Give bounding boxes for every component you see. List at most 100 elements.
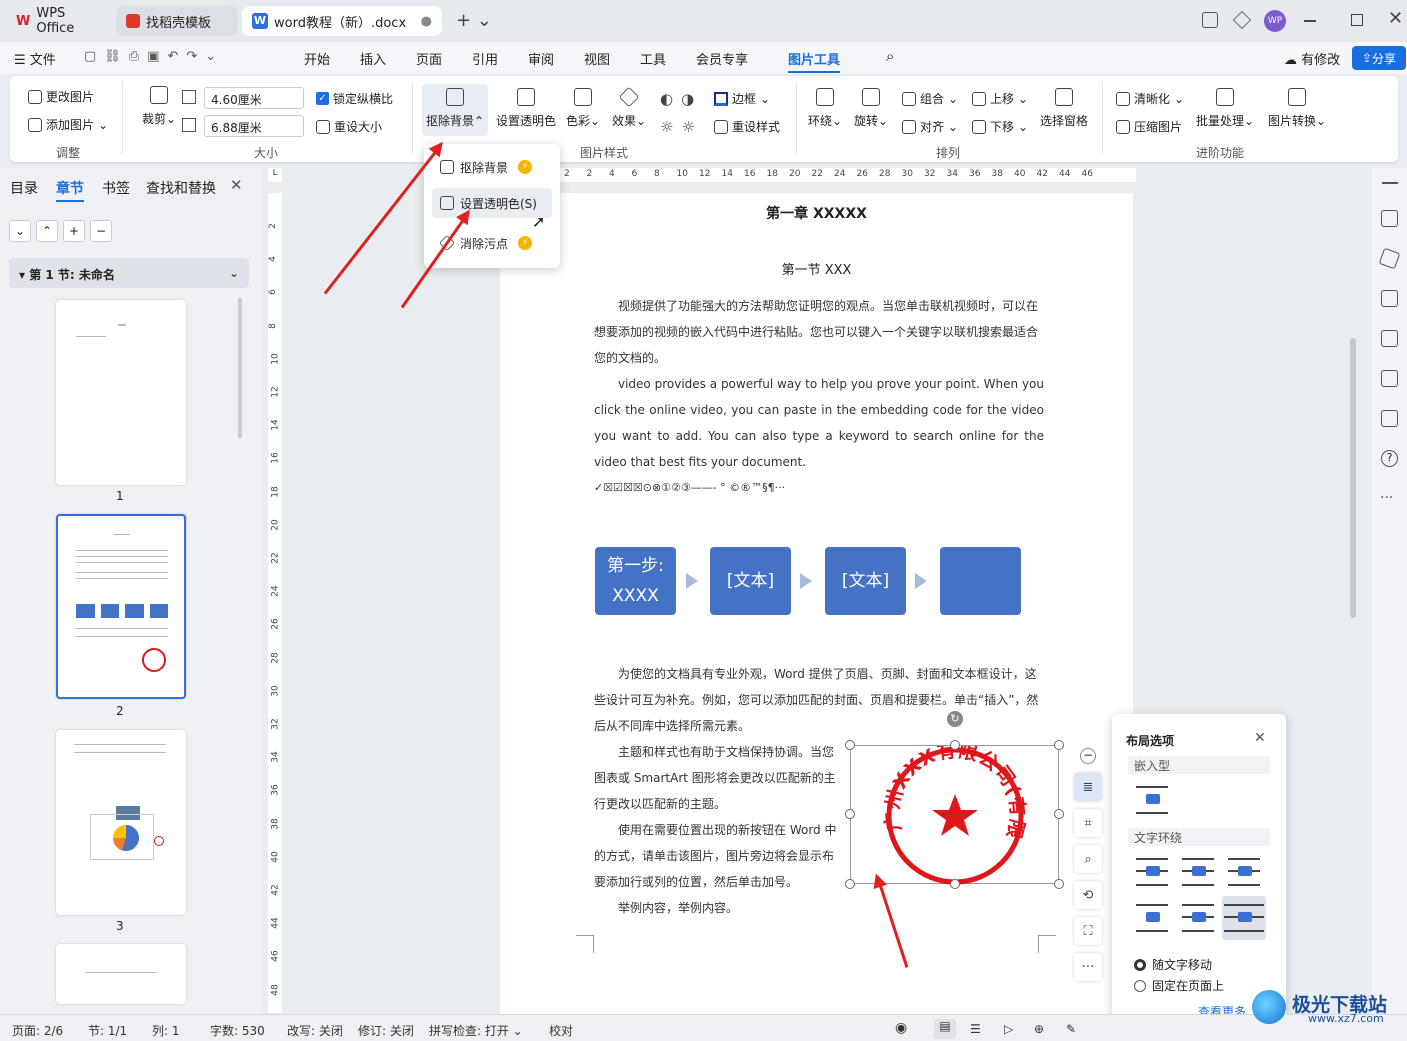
wrap-inline-icon[interactable]: [1134, 782, 1170, 818]
page-thumbnail-2[interactable]: [56, 514, 186, 699]
flow-step-1[interactable]: 第一步: XXXX: [595, 547, 676, 615]
fix-on-page-radio[interactable]: 固定在页面上: [1134, 977, 1224, 994]
tab-sections[interactable]: 章节: [56, 178, 84, 202]
tab-toc[interactable]: 目录: [10, 178, 38, 198]
page-thumbnail-4[interactable]: [56, 944, 186, 1004]
close-icon[interactable]: ✕: [1254, 730, 1266, 746]
quick-access-toolbar[interactable]: ▢⛓⎙▣↶↷⌄: [84, 49, 224, 64]
symbols-line[interactable]: ✓☒☑☒☒⊙⊗①②③——- ° ©®™§¶···: [594, 475, 1044, 501]
lock-ratio-checkbox[interactable]: ✓ 锁定纵横比: [316, 90, 393, 107]
wrap-through-icon[interactable]: [1226, 854, 1262, 890]
convert-button[interactable]: 图片转换⌄: [1268, 88, 1326, 129]
status-track-changes[interactable]: 修订: 关闭: [358, 1022, 414, 1039]
flow-step-2[interactable]: [文本]: [710, 547, 791, 615]
resize-handle[interactable]: [950, 740, 960, 750]
section-header[interactable]: ▾ 第 1 节: 未命名 ⌄: [9, 258, 249, 288]
status-section[interactable]: 节: 1/1: [88, 1022, 127, 1039]
rotate-handle-icon[interactable]: ↻: [947, 711, 963, 727]
web-view-icon[interactable]: ⊕: [1034, 1022, 1044, 1036]
menu-reference[interactable]: 引用: [472, 49, 498, 68]
panel-scrollbar[interactable]: [238, 298, 242, 438]
height-input[interactable]: 4.60厘米: [204, 87, 304, 109]
unsaved-dot-icon[interactable]: ●: [421, 14, 432, 29]
move-with-text-radio[interactable]: 随文字移动: [1134, 956, 1212, 973]
ruler-corner[interactable]: L: [268, 168, 282, 182]
section-heading[interactable]: 第一节 XXX: [500, 259, 1133, 278]
close-icon[interactable]: ✕: [1388, 8, 1403, 29]
resize-handle[interactable]: [1054, 809, 1064, 819]
width-input[interactable]: 6.88厘米: [204, 115, 304, 137]
wrap-in-front-icon[interactable]: [1222, 896, 1266, 940]
chevron-down-icon[interactable]: ⌄: [229, 266, 239, 280]
batch-button[interactable]: 批量处理⌄: [1196, 88, 1254, 129]
file-menu[interactable]: ☰ 文件: [14, 49, 56, 68]
page-thumbnail-1[interactable]: [56, 300, 186, 485]
status-page[interactable]: 页面: 2/6: [12, 1022, 63, 1039]
sidebar-toggle-icon[interactable]: [1202, 12, 1218, 28]
menu-insert[interactable]: 插入: [360, 49, 386, 68]
move-up-button[interactable]: 上移 ⌄: [972, 90, 1028, 107]
page-view-icon[interactable]: ▤: [934, 1019, 956, 1039]
chapter-heading[interactable]: 第一章 XXXXX: [500, 203, 1133, 223]
document-page[interactable]: 第一章 XXXXX 第一节 XXX 视频提供了功能强大的方法帮助您证明您的观点。…: [500, 193, 1133, 1015]
expand-icon[interactable]: ⌃: [36, 220, 58, 242]
wrap-behind-text-icon[interactable]: [1180, 900, 1216, 936]
avatar[interactable]: WP: [1264, 10, 1286, 32]
collapse-sidebar-icon[interactable]: [1382, 182, 1398, 184]
change-picture-button[interactable]: 更改图片: [28, 88, 94, 105]
crop-button[interactable]: 裁剪⌄: [142, 86, 176, 127]
ai-image-icon[interactable]: [1381, 330, 1398, 347]
crop-float-button[interactable]: ⌗: [1074, 809, 1102, 837]
tab-document[interactable]: W word教程（新）.docx ●: [242, 6, 442, 36]
selection-pane-button[interactable]: 选择窗格: [1040, 88, 1088, 129]
resize-handle[interactable]: [1054, 740, 1064, 750]
outline-view-icon[interactable]: ☰: [970, 1022, 981, 1036]
modified-status[interactable]: ☁ 有修改: [1284, 49, 1340, 68]
brightness-adjust-icons[interactable]: ☼☼: [660, 118, 703, 136]
move-down-button[interactable]: 下移 ⌄: [972, 118, 1028, 135]
resize-handle[interactable]: [845, 740, 855, 750]
vertical-ruler[interactable]: 2 4 6 8 10 12 14 16 18 20 22 24 26 28 30 32 34 36 38 40 42 44…: [268, 193, 282, 1013]
adjust-icon[interactable]: [1381, 290, 1398, 307]
select-cursor-icon[interactable]: [1378, 247, 1401, 270]
paragraph[interactable]: video provides a powerful way to help yo…: [594, 371, 1044, 475]
color-button[interactable]: 色彩⌄: [566, 88, 600, 129]
menu-item-remove-background[interactable]: 抠除背景 ⚡: [432, 152, 552, 182]
more-icon[interactable]: ···: [1380, 490, 1393, 506]
wrap-button[interactable]: 环绕⌄: [808, 88, 842, 129]
stamp-image-selection[interactable]: 广州XXX有限公司(有限合伙): [841, 728, 1059, 885]
tab-bookmarks[interactable]: 书签: [102, 178, 130, 198]
paragraph[interactable]: 使用在需要位置出现的新按钮在 Word 中: [594, 817, 854, 843]
paragraph[interactable]: 图表或 SmartArt 图形将会更改以匹配新的主: [594, 765, 854, 791]
resize-handle[interactable]: [845, 879, 855, 889]
book-icon[interactable]: [1381, 410, 1398, 427]
tab-wps-office[interactable]: W WPS Office: [6, 6, 112, 36]
add-section-icon[interactable]: +: [63, 220, 85, 242]
status-overwrite[interactable]: 改写: 关闭: [287, 1022, 343, 1039]
document-scrollbar[interactable]: [1348, 168, 1362, 1014]
flow-step-3[interactable]: [文本]: [825, 547, 906, 615]
status-column[interactable]: 列: 1: [152, 1022, 180, 1039]
remove-section-icon[interactable]: −: [90, 220, 112, 242]
wrap-tight-icon[interactable]: [1180, 854, 1216, 890]
magic-tools-icon[interactable]: [1381, 370, 1398, 387]
zoom-float-button[interactable]: ⌕: [1074, 845, 1102, 873]
menu-tools[interactable]: 工具: [640, 49, 666, 68]
help-icon[interactable]: ?: [1381, 450, 1398, 467]
reset-size-button[interactable]: 重设大小: [316, 118, 382, 135]
menu-member[interactable]: 会员专享: [696, 49, 748, 68]
status-proofread[interactable]: 校对: [549, 1022, 573, 1039]
horizontal-ruler[interactable]: 2 2 4 6 8 10 12 14 16 18 20 22 24 26 28 30 32 34 36 38 40 42 4…: [556, 168, 1136, 182]
border-button[interactable]: 边框 ⌄: [714, 90, 770, 107]
flow-step-4[interactable]: [940, 547, 1021, 615]
wrap-top-bottom-icon[interactable]: [1134, 900, 1170, 936]
set-transparent-button[interactable]: 设置透明色: [496, 88, 556, 129]
pen-icon[interactable]: [1381, 210, 1398, 227]
align-button[interactable]: 对齐 ⌄: [902, 118, 958, 135]
status-word-count[interactable]: 字数: 530: [210, 1022, 265, 1039]
paragraph[interactable]: 行更改以匹配新的主题。: [594, 791, 854, 817]
reset-style-button[interactable]: 重设样式: [714, 118, 780, 135]
rotate-float-button[interactable]: ⟲: [1074, 881, 1102, 909]
layout-options-button[interactable]: ≣: [1074, 773, 1102, 801]
new-tab-icon[interactable]: + ⌄: [456, 10, 492, 31]
